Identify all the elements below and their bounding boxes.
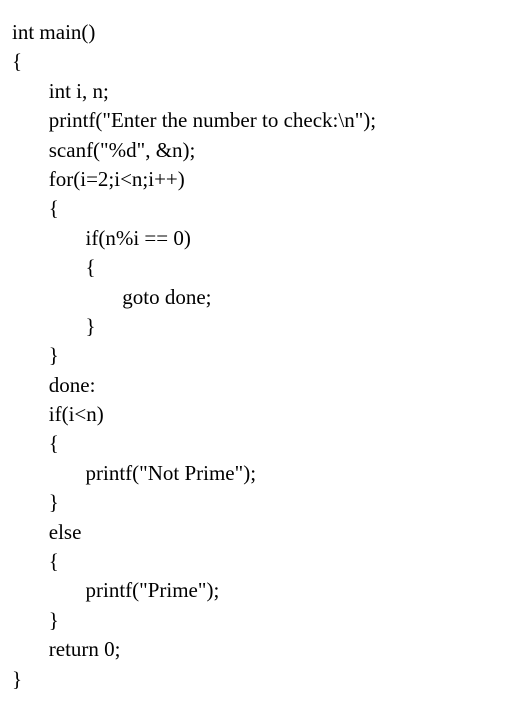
- code-line: }: [12, 606, 513, 635]
- code-line: scanf("%d", &n);: [12, 136, 513, 165]
- code-line: if(i<n): [12, 400, 513, 429]
- code-line: {: [12, 547, 513, 576]
- code-line: return 0;: [12, 635, 513, 664]
- code-line: int i, n;: [12, 77, 513, 106]
- code-line: {: [12, 47, 513, 76]
- code-line: if(n%i == 0): [12, 224, 513, 253]
- code-block: int main(){ int i, n; printf("Enter the …: [12, 18, 513, 694]
- code-line: {: [12, 194, 513, 223]
- code-line: done:: [12, 371, 513, 400]
- code-line: int main(): [12, 18, 513, 47]
- code-line: }: [12, 665, 513, 694]
- code-line: }: [12, 488, 513, 517]
- code-line: {: [12, 429, 513, 458]
- code-line: {: [12, 253, 513, 282]
- code-line: else: [12, 518, 513, 547]
- code-line: }: [12, 312, 513, 341]
- code-line: printf("Not Prime");: [12, 459, 513, 488]
- code-line: }: [12, 341, 513, 370]
- code-line: printf("Prime");: [12, 576, 513, 605]
- code-line: printf("Enter the number to check:\n");: [12, 106, 513, 135]
- code-line: for(i=2;i<n;i++): [12, 165, 513, 194]
- code-line: goto done;: [12, 283, 513, 312]
